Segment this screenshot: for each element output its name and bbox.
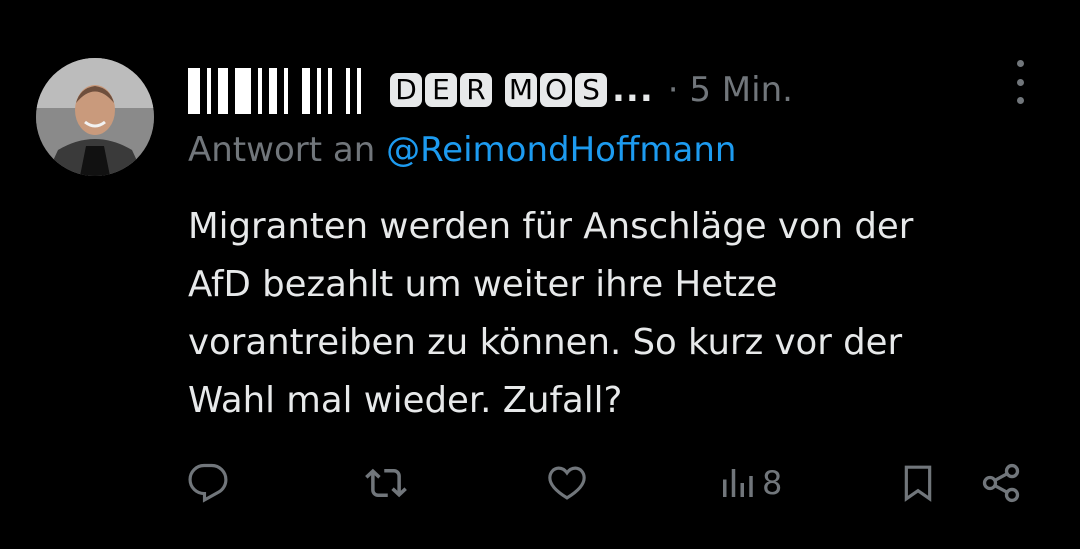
- reply-prefix: Antwort an: [188, 130, 376, 170]
- author-name[interactable]: D E R M O S ...: [390, 70, 654, 110]
- reply-handle-link[interactable]: @ReimondHoffmann: [386, 130, 736, 170]
- tweet-header: D E R M O S ... · 5 Min.: [188, 62, 793, 118]
- more-vertical-icon[interactable]: [1005, 60, 1035, 104]
- tweet-text-line: vorantreiben zu können. So kurz vor der: [188, 322, 903, 363]
- tweet-text-line: Migranten werden für Anschläge von der: [188, 206, 914, 247]
- author-name-letter: D: [390, 73, 422, 107]
- reply-button[interactable]: [187, 458, 229, 508]
- share-icon: [982, 463, 1020, 503]
- views-button[interactable]: 8: [718, 458, 782, 508]
- avatar[interactable]: [36, 58, 154, 176]
- author-name-letter: E: [425, 73, 457, 107]
- bookmark-button[interactable]: [898, 458, 938, 508]
- reply-icon: [188, 463, 228, 503]
- heart-icon: [548, 466, 586, 500]
- avatar-image: [36, 58, 154, 176]
- retweet-button[interactable]: [362, 458, 410, 508]
- author-name-letter: M: [505, 73, 537, 107]
- tweet-text-line: Wahl mal wieder. Zufall?: [188, 380, 623, 421]
- author-name-graphic[interactable]: [188, 66, 368, 114]
- action-bar: 8: [0, 458, 1080, 508]
- retweet-icon: [365, 468, 407, 498]
- bookmark-icon: [904, 465, 932, 502]
- reply-context: Antwort an @ReimondHoffmann: [188, 130, 736, 170]
- views-count: 8: [762, 464, 783, 502]
- views-chart-icon: [723, 469, 753, 497]
- tweet-card[interactable]: D E R M O S ... · 5 Min. Antwort an @Rei…: [0, 0, 1080, 549]
- author-name-letter: S: [575, 73, 607, 107]
- author-name-letter: O: [540, 73, 572, 107]
- author-name-ellipsis: ...: [612, 70, 654, 110]
- share-button[interactable]: [978, 458, 1024, 508]
- tweet-text-line: AfD bezahlt um weiter ihre Hetze: [188, 264, 778, 305]
- tweet-text: Migranten werden für Anschläge von der A…: [188, 198, 1048, 430]
- timestamp[interactable]: · 5 Min.: [668, 70, 793, 110]
- author-name-letter: R: [460, 73, 492, 107]
- like-button[interactable]: [545, 458, 589, 508]
